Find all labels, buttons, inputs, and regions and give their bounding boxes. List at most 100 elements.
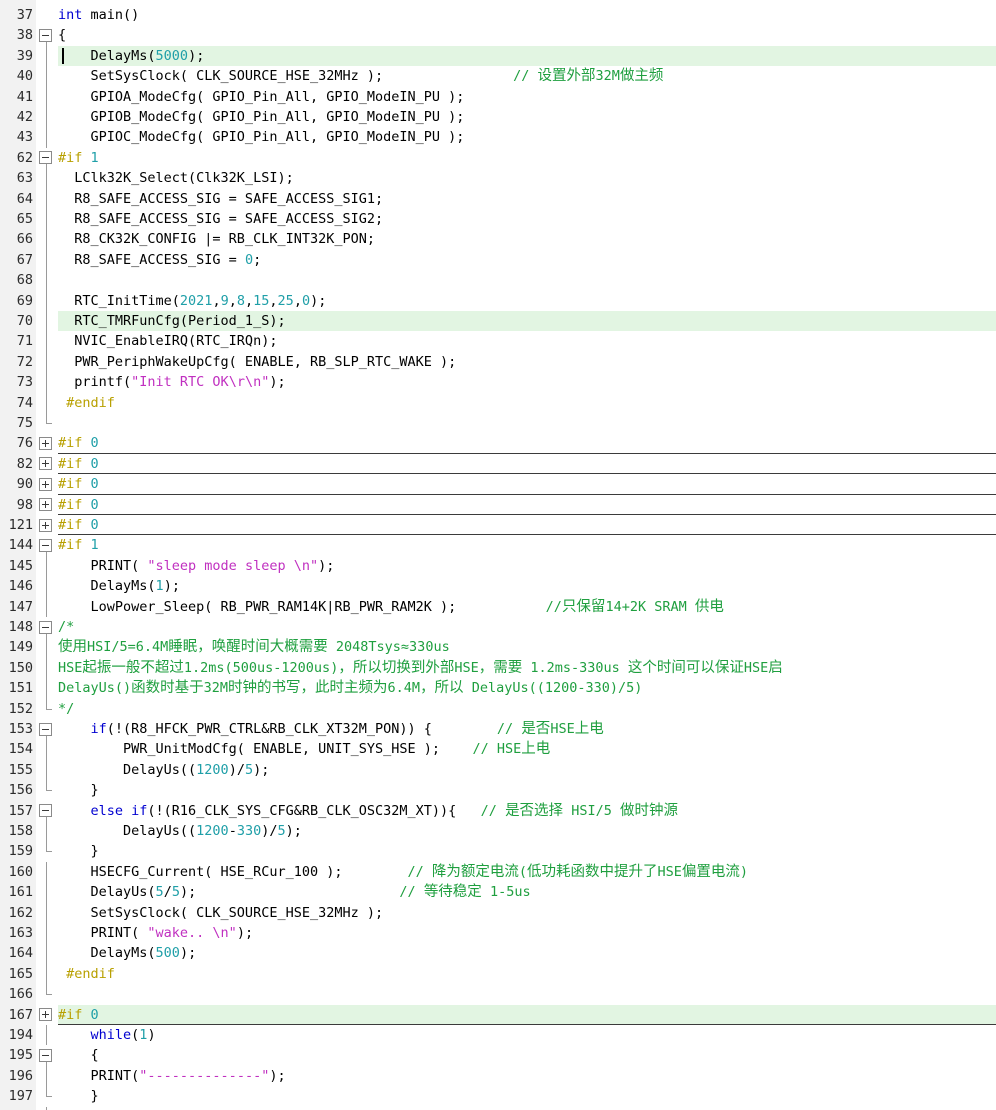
code-line[interactable]: 150 HSE起振一般不超过1.2ms(500us-1200us)，所以切换到外部… xyxy=(0,657,996,679)
fold-collapse-icon[interactable] xyxy=(39,538,52,552)
code-text[interactable]: GPIOB_ModeCfg( GPIO_Pin_All, GPIO_ModeIN… xyxy=(58,107,465,127)
code-line[interactable]: 67 R8_SAFE_ACCESS_SIG = 0; xyxy=(0,249,996,271)
code-text[interactable]: GPIOC_ModeCfg( GPIO_Pin_All, GPIO_ModeIN… xyxy=(58,127,465,147)
code-line[interactable]: 164 DelayMs(500); xyxy=(0,943,996,964)
code-text[interactable]: 使用HSI/5=6.4M睡眠，唤醒时间大概需要 2048Tsys≈330us xyxy=(58,637,450,657)
code-text[interactable]: #if 0 xyxy=(58,433,99,453)
code-line[interactable]: 149 使用HSI/5=6.4M睡眠，唤醒时间大概需要 2048Tsys≈330u… xyxy=(0,637,996,658)
code-text[interactable]: #if 1 xyxy=(58,148,99,168)
code-text[interactable]: #if 0 xyxy=(58,474,99,494)
code-line[interactable]: 75 xyxy=(0,413,996,433)
code-line[interactable]: 151 DelayUs()函数时基于32M时钟的书写，此时主频为6.4M，所以 D… xyxy=(0,678,996,699)
code-text[interactable]: printf("Init RTC OK\r\n"); xyxy=(58,372,285,392)
code-line[interactable]: 62 #if 1 xyxy=(0,148,996,169)
fold-expand-icon[interactable] xyxy=(39,457,52,471)
code-line[interactable]: 144 #if 1 xyxy=(0,535,996,556)
code-text[interactable]: PWR_PeriphWakeUpCfg( ENABLE, RB_SLP_RTC_… xyxy=(58,352,456,372)
code-text[interactable]: PWR_UnitModCfg( ENABLE, UNIT_SYS_HSE ); … xyxy=(58,739,550,759)
code-text[interactable]: /* xyxy=(58,617,74,637)
code-text[interactable]: #endif xyxy=(58,393,115,413)
code-text[interactable]: DelayUs()函数时基于32M时钟的书写，此时主频为6.4M，所以 Dela… xyxy=(58,678,642,698)
code-text[interactable]: */ xyxy=(58,699,74,719)
fold-expand-icon[interactable] xyxy=(39,1008,52,1022)
code-line[interactable]: 145 PRINT( "sleep mode sleep \n"); xyxy=(0,555,996,577)
code-text[interactable]: #if 0 xyxy=(58,515,99,535)
code-text[interactable]: DelayMs(500); xyxy=(58,943,197,963)
code-text[interactable]: DelayUs((1200-330)/5); xyxy=(58,821,302,841)
code-line[interactable]: 76 #if 0 xyxy=(0,433,996,454)
code-line[interactable]: 42 GPIOB_ModeCfg( GPIO_Pin_All, GPIO_Mod… xyxy=(0,107,996,128)
code-line[interactable]: 161 DelayUs(5/5); // 等待稳定 1-5us xyxy=(0,882,996,903)
code-text[interactable]: NVIC_EnableIRQ(RTC_IRQn); xyxy=(58,331,277,351)
code-text[interactable]: RTC_InitTime(2021,9,8,15,25,0); xyxy=(58,291,326,311)
code-text[interactable]: HSE起振一般不超过1.2ms(500us-1200us)，所以切换到外部HSE… xyxy=(58,658,783,678)
code-line[interactable]: 71 NVIC_EnableIRQ(RTC_IRQn); xyxy=(0,331,996,352)
code-editor[interactable]: 37 int main() 38{39 DelayMs(5000); 40 SetSy… xyxy=(0,0,996,1110)
fold-collapse-icon[interactable] xyxy=(39,722,52,736)
code-text[interactable]: DelayMs(1); xyxy=(58,576,180,596)
code-line[interactable]: 153 if(!(R8_HFCK_PWR_CTRL&RB_CLK_XT32M_P… xyxy=(0,719,996,740)
code-line[interactable]: 163 PRINT( "wake.. \n"); xyxy=(0,923,996,944)
code-line[interactable]: 147 LowPower_Sleep( RB_PWR_RAM14K|RB_PWR… xyxy=(0,596,996,617)
code-line[interactable]: 121 #if 0 xyxy=(0,515,996,536)
code-line[interactable]: 148 /* xyxy=(0,617,996,638)
code-text[interactable]: DelayUs(5/5); // 等待稳定 1-5us xyxy=(58,882,531,902)
code-line[interactable]: 68 xyxy=(0,270,996,291)
fold-collapse-icon[interactable] xyxy=(39,28,52,42)
code-text[interactable]: RTC_TMRFunCfg(Period_1_S); xyxy=(58,311,285,331)
code-text[interactable]: if(!(R8_HFCK_PWR_CTRL&RB_CLK_XT32M_PON))… xyxy=(58,719,604,739)
code-line[interactable]: 197 } xyxy=(0,1086,996,1106)
code-text[interactable]: GPIOA_ModeCfg( GPIO_Pin_All, GPIO_ModeIN… xyxy=(58,87,465,107)
code-line[interactable]: 69 RTC_InitTime(2021,9,8,15,25,0); xyxy=(0,290,996,311)
code-line[interactable]: 41 GPIOA_ModeCfg( GPIO_Pin_All, GPIO_Mod… xyxy=(0,86,996,107)
fold-collapse-icon[interactable] xyxy=(39,1048,52,1062)
code-line[interactable]: 156 } xyxy=(0,780,996,800)
fold-collapse-icon[interactable] xyxy=(39,151,52,165)
code-text[interactable]: #if 0 xyxy=(58,1005,99,1025)
code-line[interactable]: 38 { xyxy=(0,25,996,46)
code-text[interactable]: HSECFG_Current( HSE_RCur_100 ); // 降为额定电… xyxy=(58,862,749,882)
code-line[interactable]: 65 R8_SAFE_ACCESS_SIG = SAFE_ACCESS_SIG2… xyxy=(0,209,996,230)
code-text[interactable]: #endif xyxy=(58,964,115,984)
code-text[interactable]: SetSysClock( CLK_SOURCE_HSE_32MHz ); // … xyxy=(58,66,664,86)
code-text[interactable]: #if 1 xyxy=(58,535,99,555)
code-text[interactable]: #if 0 xyxy=(58,454,99,474)
code-line[interactable]: 98 #if 0 xyxy=(0,495,996,515)
code-text[interactable]: } xyxy=(58,1086,99,1106)
code-line[interactable]: 37 int main() xyxy=(0,5,996,25)
code-line[interactable]: 63 LClk32K_Select(Clk32K_LSI); xyxy=(0,168,996,189)
code-text[interactable]: } xyxy=(58,1107,74,1110)
code-text[interactable]: SetSysClock( CLK_SOURCE_HSE_32MHz ); xyxy=(58,903,384,923)
code-text[interactable]: } xyxy=(58,841,99,861)
code-line[interactable]: 196 PRINT("--------------"); xyxy=(0,1065,996,1087)
code-text[interactable]: PRINT( "wake.. \n"); xyxy=(58,923,254,943)
fold-expand-icon[interactable] xyxy=(39,518,52,532)
code-text[interactable]: #if 0 xyxy=(58,495,99,515)
code-text[interactable]: PRINT("--------------"); xyxy=(58,1066,286,1086)
code-line[interactable]: 157 else if(!(R16_CLK_SYS_CFG&RB_CLK_OSC… xyxy=(0,801,996,821)
code-line[interactable]: 152 */ xyxy=(0,698,996,719)
code-line[interactable]: 90 #if 0 xyxy=(0,474,996,495)
fold-collapse-icon[interactable] xyxy=(39,804,52,818)
code-text[interactable]: R8_CK32K_CONFIG |= RB_CLK_INT32K_PON; xyxy=(58,229,375,249)
code-text[interactable]: { xyxy=(58,25,66,45)
code-line[interactable]: 73 printf("Init RTC OK\r\n"); xyxy=(0,372,996,393)
code-text[interactable]: LowPower_Sleep( RB_PWR_RAM14K|RB_PWR_RAM… xyxy=(58,597,724,617)
code-line[interactable]: 70 RTC_TMRFunCfg(Period_1_S); xyxy=(0,311,996,332)
code-line[interactable]: 194 while(1) xyxy=(0,1025,996,1046)
code-line[interactable]: 74 #endif xyxy=(0,392,996,413)
code-line[interactable]: 198 } xyxy=(0,1106,996,1110)
code-line[interactable]: 158 DelayUs((1200-330)/5); xyxy=(0,821,996,842)
fold-expand-icon[interactable] xyxy=(39,436,52,450)
fold-collapse-icon[interactable] xyxy=(39,620,52,634)
code-line[interactable]: 166 xyxy=(0,984,996,1004)
code-line[interactable]: 159 } xyxy=(0,841,996,861)
code-text[interactable]: R8_SAFE_ACCESS_SIG = SAFE_ACCESS_SIG2; xyxy=(58,209,383,229)
code-line[interactable]: 165 #endif xyxy=(0,963,996,985)
code-text[interactable]: R8_SAFE_ACCESS_SIG = 0; xyxy=(58,250,261,270)
code-line[interactable]: 155 DelayUs((1200)/5); xyxy=(0,759,996,781)
code-text[interactable]: DelayUs((1200)/5); xyxy=(58,760,269,780)
code-line[interactable]: 72 PWR_PeriphWakeUpCfg( ENABLE, RB_SLP_R… xyxy=(0,351,996,373)
code-line[interactable]: 64 R8_SAFE_ACCESS_SIG = SAFE_ACCESS_SIG1… xyxy=(0,188,996,209)
fold-expand-icon[interactable] xyxy=(39,498,52,512)
